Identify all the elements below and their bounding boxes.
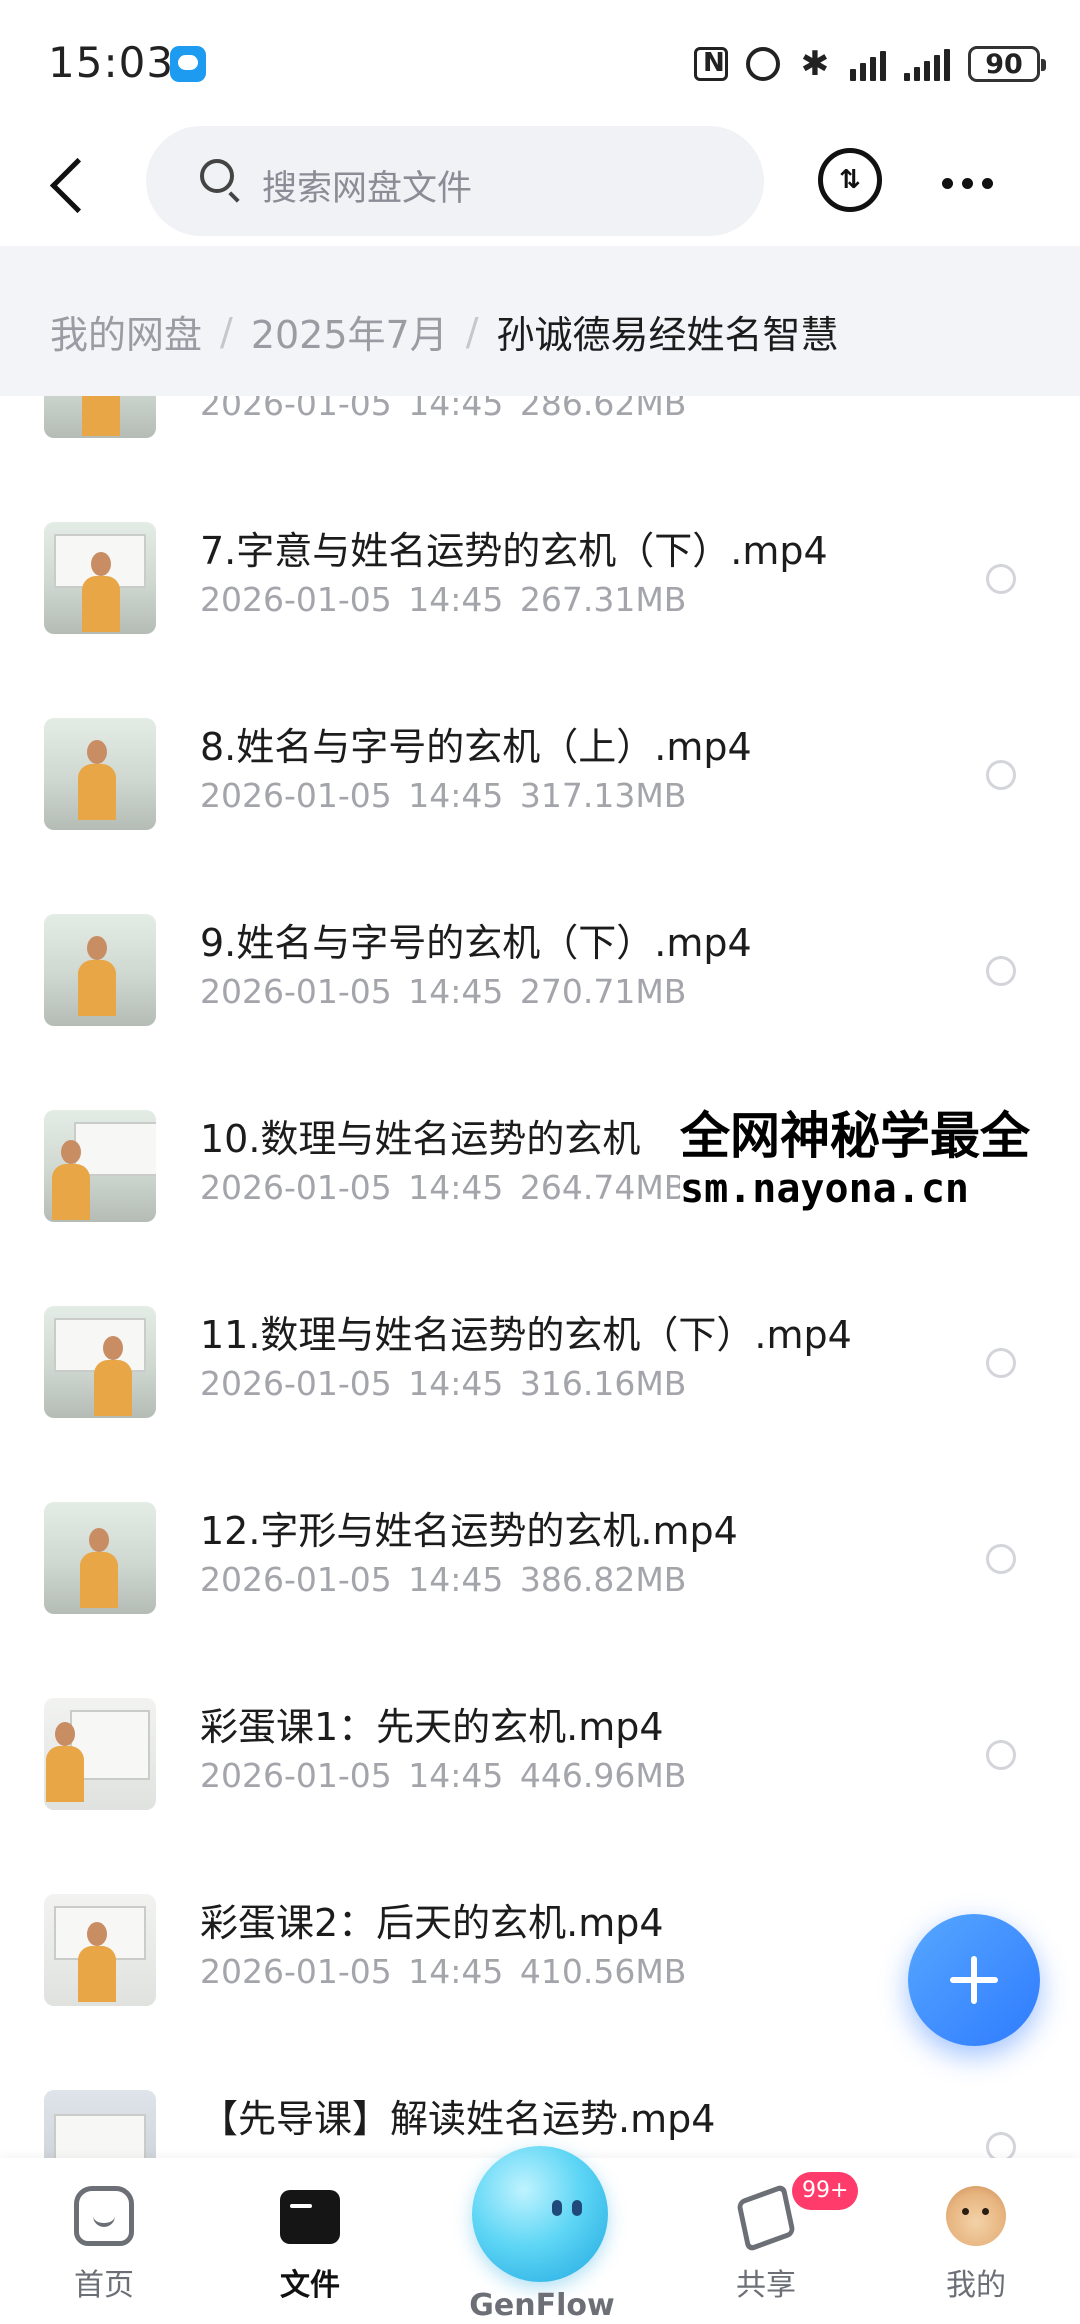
list-item[interactable]: 12.字形与姓名运势的玄机.mp4 2026-01-05 14:45 386.8… [0, 1460, 1080, 1656]
list-item[interactable]: 7.字意与姓名运势的玄机（下）.mp4 2026-01-05 14:45 267… [0, 480, 1080, 676]
notification-badge: 99+ [792, 2172, 859, 2210]
video-thumbnail [44, 1110, 156, 1222]
search-icon [200, 159, 234, 193]
tab-home[interactable]: 首页 [24, 2186, 184, 2316]
file-name: 彩蛋课2：后天的玄机.mp4 [200, 1901, 664, 1945]
file-meta: 2026-01-05 14:45 386.82MB [200, 1560, 687, 1599]
file-meta: 2026-01-05 14:45 446.96MB [200, 1756, 687, 1795]
watermark-line-1: 全网神秘学最全 [680, 1107, 1030, 1165]
more-options-icon[interactable] [942, 178, 993, 189]
signal-icon-secondary [904, 47, 950, 81]
file-meta: 2026-01-05 14:45 264.74MB [200, 1168, 687, 1207]
select-radio[interactable] [986, 760, 1016, 790]
file-meta: 2026-01-05 14:45 316.16MB [200, 1364, 687, 1403]
file-name: 7.字意与姓名运势的玄机（下）.mp4 [200, 529, 828, 573]
alarm-icon [746, 47, 780, 81]
list-item[interactable]: 8.姓名与字号的玄机（上）.mp4 2026-01-05 14:45 317.1… [0, 676, 1080, 872]
select-radio[interactable] [986, 1348, 1016, 1378]
status-bar: 15:03 ✱ 90 [0, 0, 1080, 130]
tab-share-label: 共享 [736, 2268, 796, 2303]
top-bar: 搜索网盘文件 ⇅ [0, 126, 1080, 246]
status-icons: ✱ 90 [694, 40, 1046, 88]
tab-me-label: 我的 [946, 2268, 1006, 2303]
video-thumbnail [44, 2090, 156, 2158]
tab-me[interactable]: 我的 [896, 2186, 1056, 2316]
video-thumbnail [44, 392, 156, 438]
video-thumbnail [44, 1502, 156, 1614]
select-radio[interactable] [986, 1740, 1016, 1770]
search-placeholder: 搜索网盘文件 [262, 169, 473, 209]
file-name: 12.字形与姓名运势的玄机.mp4 [200, 1509, 738, 1553]
breadcrumb-my-drive[interactable]: 我的网盘 [50, 304, 202, 359]
status-time: 15:03 [48, 38, 175, 87]
video-thumbnail [44, 1698, 156, 1810]
watermark-line-2: sm.nayona.cn [680, 1166, 969, 1212]
breadcrumb-separator: / [465, 309, 479, 354]
add-button[interactable] [908, 1914, 1040, 2046]
video-thumbnail [44, 522, 156, 634]
folder-icon [280, 2190, 340, 2244]
genflow-mascot-icon [472, 2146, 608, 2282]
back-arrow-icon[interactable] [44, 156, 94, 214]
list-item[interactable]: 【先导课】解读姓名运势.mp4 [0, 2048, 1080, 2158]
avatar [946, 2186, 1006, 2246]
file-name: 彩蛋课1：先天的玄机.mp4 [200, 1705, 664, 1749]
breadcrumb: 我的网盘 / 2025年7月 / 孙诚德易经姓名智慧 [0, 246, 1080, 396]
file-list: 2026-01-05 14:45 286.62MB 7.字意与姓名运势的玄机（下… [0, 392, 1080, 2158]
select-radio[interactable] [986, 2132, 1016, 2158]
breadcrumb-month-folder[interactable]: 2025年7月 [251, 304, 448, 359]
battery-indicator: 90 [968, 46, 1046, 82]
message-notification-icon [170, 46, 206, 82]
nfc-icon [694, 47, 728, 81]
tab-files[interactable]: 文件 [230, 2186, 390, 2316]
file-name: 10.数理与姓名运势的玄机 [200, 1117, 641, 1161]
file-name: 【先导课】解读姓名运势.mp4 [200, 2097, 716, 2141]
paper-plane-icon [736, 2183, 796, 2253]
file-name: 11.数理与姓名运势的玄机（下）.mp4 [200, 1313, 852, 1357]
video-thumbnail [44, 1894, 156, 2006]
video-thumbnail [44, 1306, 156, 1418]
select-radio[interactable] [986, 1544, 1016, 1574]
tab-share[interactable]: 99+ 共享 [686, 2172, 859, 2316]
video-thumbnail [44, 718, 156, 830]
tab-home-label: 首页 [74, 2268, 134, 2303]
file-meta: 2026-01-05 14:45 410.56MB [200, 1952, 687, 1991]
breadcrumb-current-folder: 孙诚德易经姓名智慧 [496, 313, 839, 357]
select-radio[interactable] [986, 564, 1016, 594]
video-thumbnail [44, 914, 156, 1026]
list-item[interactable]: 9.姓名与字号的玄机（下）.mp4 2026-01-05 14:45 270.7… [0, 872, 1080, 1068]
file-name: 9.姓名与字号的玄机（下）.mp4 [200, 921, 752, 965]
home-icon [74, 2186, 134, 2246]
file-meta: 2026-01-05 14:45 286.62MB [200, 392, 687, 423]
bluetooth-icon: ✱ [800, 44, 830, 84]
bottom-tab-bar: 首页 文件 GenFlow 99+ 共享 我的 [0, 2146, 1080, 2324]
breadcrumb-separator: / [220, 309, 233, 354]
watermark: 全网神秘学最全 sm.nayona.cn [680, 1090, 1080, 1222]
file-meta: 2026-01-05 14:45 317.13MB [200, 776, 687, 815]
file-name: 8.姓名与字号的玄机（上）.mp4 [200, 725, 752, 769]
transfer-icon[interactable]: ⇅ [818, 148, 882, 212]
signal-icon [850, 47, 886, 81]
tab-genflow[interactable]: GenFlow [458, 2146, 622, 2323]
list-item[interactable]: 2026-01-05 14:45 286.62MB [0, 392, 1080, 480]
list-item[interactable]: 11.数理与姓名运势的玄机（下）.mp4 2026-01-05 14:45 31… [0, 1264, 1080, 1460]
file-meta: 2026-01-05 14:45 267.31MB [200, 580, 687, 619]
list-item[interactable]: 彩蛋课1：先天的玄机.mp4 2026-01-05 14:45 446.96MB [0, 1656, 1080, 1852]
tab-files-label: 文件 [280, 2268, 340, 2303]
search-box[interactable]: 搜索网盘文件 [146, 126, 764, 236]
tab-genflow-label: GenFlow [469, 2288, 615, 2323]
select-radio[interactable] [986, 956, 1016, 986]
file-meta: 2026-01-05 14:45 270.71MB [200, 972, 687, 1011]
